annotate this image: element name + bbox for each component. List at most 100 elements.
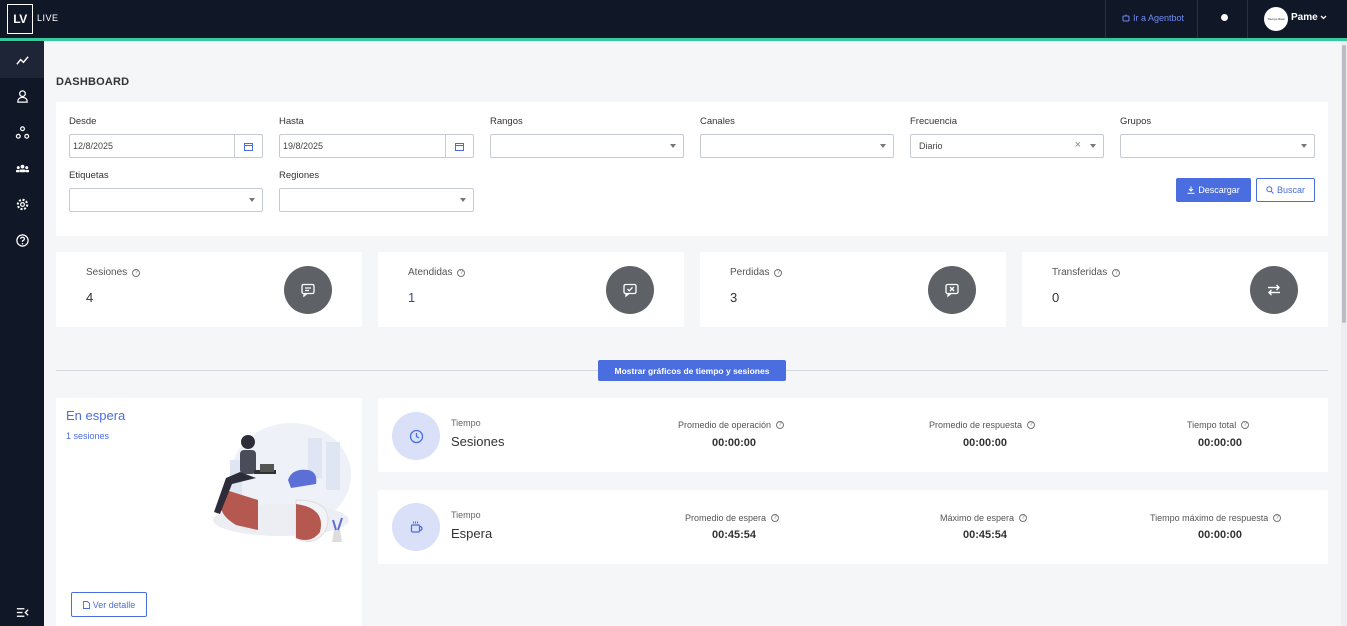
stat-label-transferidas: Transferidas?: [1052, 267, 1121, 278]
bot-icon: [1122, 14, 1130, 22]
chat-icon: [284, 266, 332, 314]
metric-value: 00:45:54: [963, 529, 1008, 541]
download-icon: [1187, 186, 1195, 194]
info-icon[interactable]: ?: [1112, 268, 1121, 277]
stat-label-atendidas: Atendidas?: [408, 267, 466, 278]
sidebar: [0, 41, 44, 626]
hasta-calendar-button[interactable]: [445, 135, 473, 157]
frecuencia-label: Frecuencia: [910, 116, 957, 127]
scrollbar-thumb[interactable]: [1342, 45, 1346, 323]
hasta-label: Hasta: [279, 116, 304, 127]
metric-label: Promedio de operación?: [678, 420, 785, 430]
sidebar-item-users[interactable]: [0, 78, 44, 114]
regiones-label: Regiones: [279, 170, 320, 181]
grupos-select[interactable]: [1120, 134, 1315, 158]
view-detail-button[interactable]: Ver detalle: [71, 592, 147, 617]
stat-label-text: Atendidas: [408, 267, 453, 278]
info-icon[interactable]: ?: [457, 268, 466, 277]
info-icon[interactable]: ?: [1027, 421, 1036, 429]
user-icon: [16, 89, 28, 103]
avatar[interactable]: Tiempo Real: [1264, 7, 1288, 31]
sidebar-item-dashboard[interactable]: [0, 42, 44, 78]
grupos-label: Grupos: [1120, 116, 1152, 127]
metric-label: Tiempo total?: [1187, 420, 1250, 430]
sidebar-collapse-button[interactable]: [0, 594, 44, 626]
info-icon[interactable]: ?: [776, 421, 785, 429]
coffee-icon: [392, 503, 440, 551]
info-icon[interactable]: ?: [771, 514, 780, 522]
search-button[interactable]: Buscar: [1256, 178, 1315, 202]
top-bar: LV LIVE Ir a Agentbot Tiempo Real Pame: [0, 0, 1347, 38]
etiquetas-select[interactable]: [69, 188, 263, 212]
chevron-down-icon: [249, 198, 255, 202]
sidebar-item-network[interactable]: [0, 114, 44, 150]
download-label: Descargar: [1198, 185, 1240, 195]
regiones-select[interactable]: [279, 188, 474, 212]
chevron-down-icon: [1320, 15, 1327, 20]
clock-icon: [392, 412, 440, 460]
time-card-small-label: Tiempo: [451, 510, 481, 520]
sidebar-item-settings[interactable]: [0, 186, 44, 222]
status-indicator[interactable]: [1221, 14, 1228, 21]
rangos-select[interactable]: [490, 134, 684, 158]
network-icon: [15, 125, 29, 139]
stat-label-text: Perdidas: [730, 267, 770, 278]
info-icon[interactable]: ?: [1241, 421, 1250, 429]
waiting-illustration: [213, 423, 351, 543]
app-logo[interactable]: LV: [7, 4, 33, 34]
metric-label-text: Tiempo total: [1187, 420, 1237, 430]
metric-label: Promedio de respuesta?: [929, 420, 1036, 430]
clear-icon[interactable]: ×: [1075, 139, 1081, 151]
stat-value-transferidas: 0: [1052, 290, 1060, 305]
metric-value: 00:45:54: [712, 529, 757, 541]
chevron-down-icon: [1301, 144, 1307, 148]
app-name: LIVE: [37, 13, 59, 23]
agentbot-link[interactable]: Ir a Agentbot: [1122, 13, 1184, 23]
frecuencia-select[interactable]: Diario ×: [910, 134, 1104, 158]
accent-line: [0, 38, 1347, 41]
info-icon[interactable]: ?: [132, 268, 141, 277]
document-icon: [82, 600, 90, 609]
agentbot-label: Ir a Agentbot: [1133, 13, 1185, 23]
user-name-label: Pame: [1291, 12, 1318, 23]
show-charts-button[interactable]: Mostrar gráficos de tiempo y sesiones: [598, 360, 786, 381]
chevron-down-icon: [460, 198, 466, 202]
sidebar-item-help[interactable]: [0, 222, 44, 258]
sidebar-item-groups[interactable]: [0, 150, 44, 186]
info-icon[interactable]: ?: [1019, 514, 1028, 522]
calendar-icon: [244, 142, 253, 151]
stat-label-perdidas: Perdidas?: [730, 267, 783, 278]
chevron-down-icon: [880, 144, 886, 148]
user-menu[interactable]: Pame: [1291, 12, 1327, 23]
chevron-down-icon: [670, 144, 676, 148]
hasta-date-field[interactable]: [279, 134, 474, 158]
avatar-text: Tiempo Real: [1267, 17, 1285, 21]
view-detail-label: Ver detalle: [92, 599, 136, 610]
metric-value: 00:00:00: [963, 437, 1008, 449]
metric-label-text: Promedio de operación: [678, 420, 772, 430]
desde-date-field[interactable]: [69, 134, 263, 158]
desde-calendar-button[interactable]: [234, 135, 262, 157]
chevron-down-icon: [1090, 144, 1096, 148]
metric-label-text: Promedio de espera: [685, 513, 767, 523]
download-button[interactable]: Descargar: [1176, 178, 1251, 202]
metric-label-text: Tiempo máximo de respuesta: [1150, 513, 1269, 523]
stat-label-text: Transferidas: [1052, 267, 1108, 278]
search-label: Buscar: [1276, 185, 1305, 195]
metric-label: Promedio de espera?: [685, 513, 780, 523]
time-card-small-label: Tiempo: [451, 418, 481, 428]
page-title: DASHBOARD: [56, 76, 130, 88]
info-icon[interactable]: ?: [1273, 514, 1282, 522]
info-icon[interactable]: ?: [774, 268, 783, 277]
waiting-title: En espera: [66, 408, 126, 423]
stat-value-sesiones: 4: [86, 290, 94, 305]
canales-select[interactable]: [700, 134, 894, 158]
metric-value: 00:00:00: [712, 437, 757, 449]
transfer-icon: [1250, 266, 1298, 314]
trend-chart-icon: [15, 55, 29, 65]
metric-value: 00:00:00: [1198, 529, 1243, 541]
metric-label: Máximo de espera?: [940, 513, 1028, 523]
topbar-divider: [1247, 0, 1248, 38]
stat-value-atendidas: 1: [408, 290, 416, 305]
group-icon: [15, 164, 29, 172]
